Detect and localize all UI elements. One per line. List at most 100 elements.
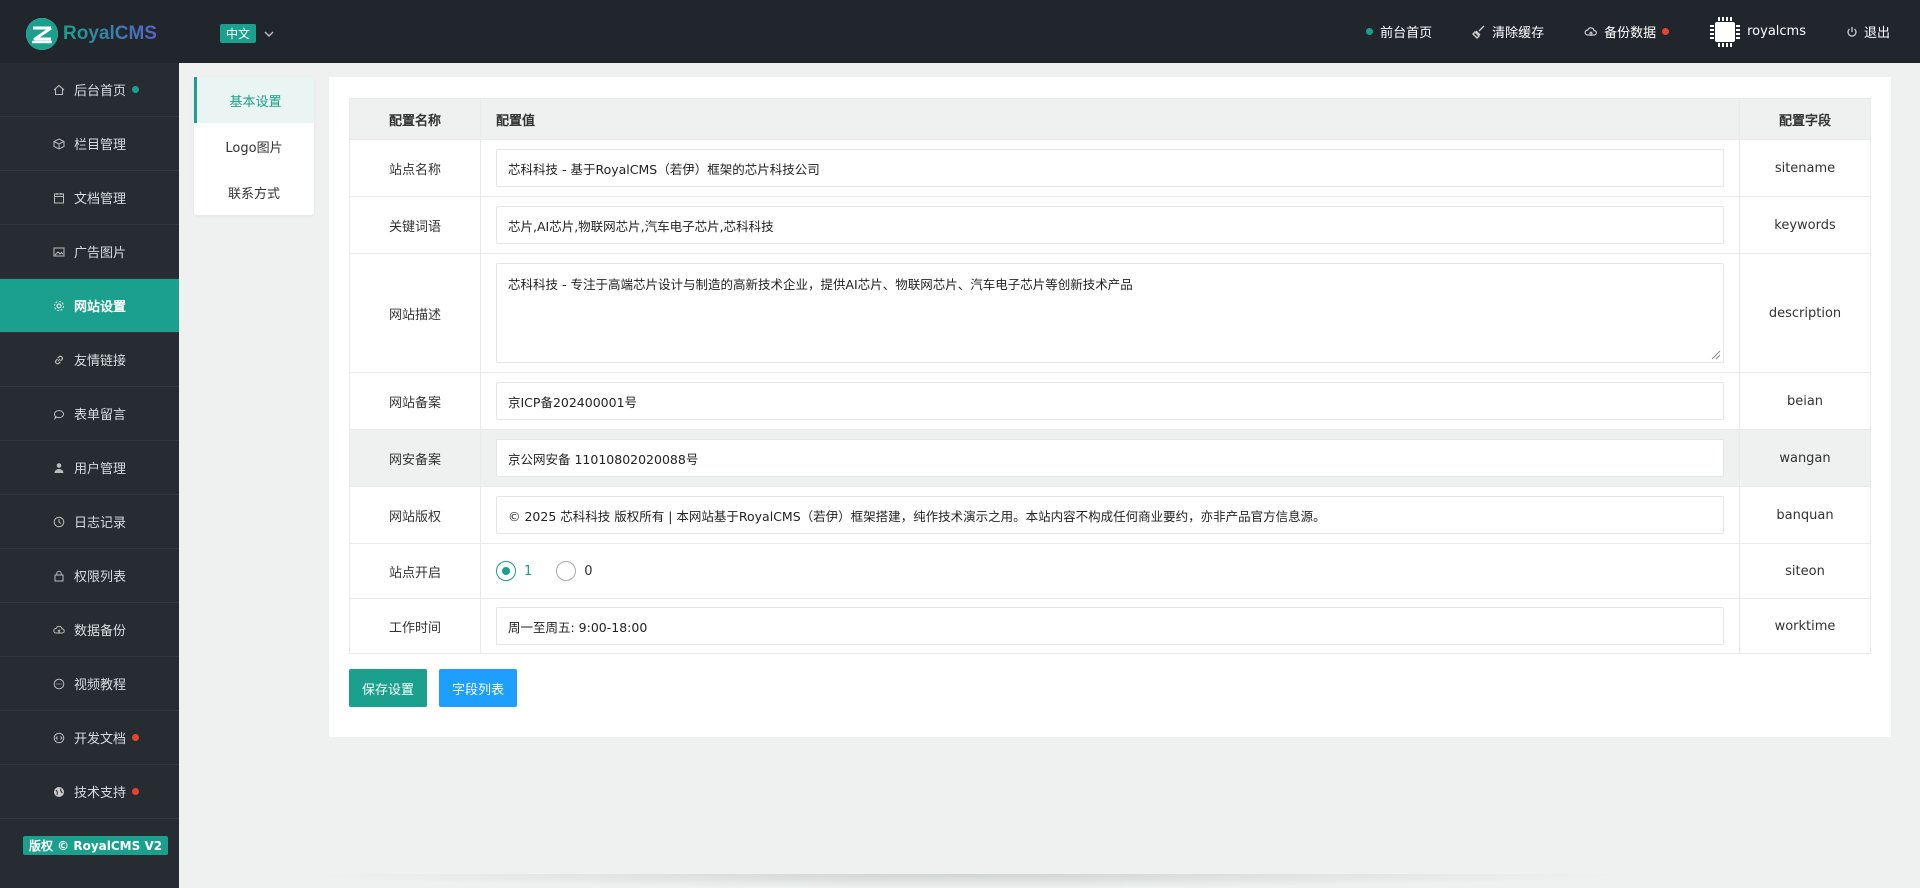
sidebar-item-dev-docs[interactable]: 开发文档 — [0, 711, 179, 765]
sidebar-item-dashboard[interactable]: 后台首页 — [0, 63, 179, 117]
sidebar-item-columns[interactable]: 栏目管理 — [0, 117, 179, 171]
radio-unchecked-icon — [556, 561, 577, 581]
siteon-radio-1[interactable]: 1 — [496, 561, 532, 581]
row-name: 站点名称 — [349, 139, 481, 197]
settings-table: 配置名称 配置值 配置字段 站点名称 芯科科技 - 基于RoyalCMS（若伊）… — [349, 98, 1871, 654]
siteon-radio-group: 1 0 — [496, 561, 1724, 581]
row-field: siteon — [1739, 543, 1871, 599]
sidebar-item-label: 开发文档 — [74, 732, 127, 747]
banquan-input[interactable]: © 2025 芯科科技 版权所有 | 本网站基于RoyalCMS（若伊）框架搭建… — [496, 496, 1724, 534]
nav-clear-cache[interactable]: 清除缓存 — [1472, 22, 1544, 41]
sidebar-item-label: 视频教程 — [74, 678, 127, 693]
sidebar-item-video-tutorials[interactable]: 视频教程 — [0, 657, 179, 711]
notification-dot-icon — [132, 734, 140, 741]
cloud-icon — [1584, 26, 1598, 36]
siteon-radio-0[interactable]: 0 — [556, 561, 593, 581]
row-name: 网站描述 — [349, 253, 481, 373]
sidebar-item-label: 栏目管理 — [74, 138, 127, 153]
description-text: 芯科科技 - 专注于高端芯片设计与制造的高新技术企业，提供AI芯片、物联网芯片、… — [508, 277, 1133, 292]
radio-label: 0 — [584, 563, 593, 579]
table-row: 网站版权 © 2025 芯科科技 版权所有 | 本网站基于RoyalCMS（若伊… — [349, 486, 1871, 544]
table-row: 网站描述 芯科科技 - 专注于高端芯片设计与制造的高新技术企业，提供AI芯片、物… — [349, 253, 1871, 373]
sidebar-item-label: 权限列表 — [74, 570, 127, 585]
app-name: RoyalCMS — [63, 23, 157, 44]
sidebar-item-label: 表单留言 — [74, 408, 127, 423]
sidebar-item-users[interactable]: 用户管理 — [0, 441, 179, 495]
radio-checked-icon — [496, 561, 516, 581]
sidebar-item-label: 后台首页 — [74, 84, 127, 99]
bottom-shadow — [300, 874, 1630, 888]
description-textarea[interactable]: 芯科科技 - 专注于高端芯片设计与制造的高新技术企业，提供AI芯片、物联网芯片、… — [496, 263, 1724, 363]
chip-avatar-icon — [1710, 16, 1741, 47]
user-menu[interactable]: royalcms — [1709, 16, 1806, 48]
calendar-icon — [54, 192, 64, 203]
sidebar-item-support[interactable]: 技术支持 — [0, 765, 179, 819]
sidebar-item-friend-links[interactable]: 友情链接 — [0, 333, 179, 387]
table-row: 站点名称 芯科科技 - 基于RoyalCMS（若伊）框架的芯片科技公司 site… — [349, 139, 1871, 197]
sidebar-item-form-messages[interactable]: 表单留言 — [0, 387, 179, 441]
copyright-badge: 版权 © RoyalCMS V2 — [23, 836, 169, 855]
nav-frontend-home[interactable]: 前台首页 — [1366, 22, 1432, 41]
clock-icon — [53, 516, 65, 527]
tab-basic-settings[interactable]: 基本设置 — [194, 77, 314, 123]
row-name: 网站版权 — [349, 486, 481, 544]
row-field: sitename — [1739, 139, 1871, 197]
brand-logo[interactable]: RoyalCMS — [26, 18, 157, 50]
tab-contact[interactable]: 联系方式 — [194, 169, 314, 215]
sidebar-item-label: 友情链接 — [74, 354, 127, 369]
language-switcher[interactable]: 中文 — [220, 24, 274, 43]
sidebar-item-ad-images[interactable]: 广告图片 — [0, 225, 179, 279]
power-icon — [1847, 26, 1857, 37]
sidebar-item-logs[interactable]: 日志记录 — [0, 495, 179, 549]
nav-backup-data-label: 备份数据 — [1604, 26, 1657, 41]
row-field: banquan — [1739, 486, 1871, 544]
sidebar-item-backup[interactable]: 数据备份 — [0, 603, 179, 657]
language-label: 中文 — [220, 24, 257, 43]
broom-icon — [1472, 25, 1485, 39]
code-icon — [53, 732, 65, 743]
action-buttons: 保存设置 字段列表 — [349, 669, 529, 707]
home-icon — [53, 84, 65, 95]
beian-input[interactable]: 京ICP备202400001号 — [496, 382, 1724, 420]
sitename-input[interactable]: 芯科科技 - 基于RoyalCMS（若伊）框架的芯片科技公司 — [496, 149, 1724, 187]
keywords-input[interactable]: 芯片,AI芯片,物联网芯片,汽车电子芯片,芯科科技 — [496, 206, 1724, 244]
sidebar: 后台首页 栏目管理 文档管理 广告图片 网站设置 友情链接 表单留言 用户管理 … — [0, 63, 179, 888]
chat-icon — [54, 409, 64, 420]
wangan-input[interactable]: 京公网安备 11010802020088号 — [496, 439, 1724, 477]
save-settings-button[interactable]: 保存设置 — [349, 669, 428, 707]
resize-handle-icon[interactable] — [1709, 348, 1721, 360]
table-row: 工作时间 周一至周五: 9:00-18:00 worktime — [349, 598, 1871, 654]
status-dot-icon — [132, 86, 140, 93]
row-field: wangan — [1739, 429, 1871, 487]
user-icon — [54, 462, 64, 473]
nav-logout[interactable]: 退出 — [1846, 22, 1890, 41]
sidebar-item-label: 网站设置 — [74, 300, 127, 315]
link-icon — [55, 355, 63, 364]
row-name: 站点开启 — [349, 543, 481, 599]
field-list-button[interactable]: 字段列表 — [439, 669, 518, 707]
sidebar-item-site-settings[interactable]: 网站设置 — [0, 279, 179, 333]
nav-logout-label: 退出 — [1863, 26, 1890, 41]
settings-submenu: 基本设置 Logo图片 联系方式 — [194, 77, 314, 215]
header-config-field: 配置字段 — [1739, 98, 1871, 140]
sidebar-item-permissions[interactable]: 权限列表 — [0, 549, 179, 603]
lock-icon — [54, 570, 64, 581]
logo-mark-icon — [26, 18, 58, 50]
sidebar-item-documents[interactable]: 文档管理 — [0, 171, 179, 225]
header-nav: 前台首页 清除缓存 备份数据 royalcms 退出 — [1366, 0, 1920, 63]
row-name: 关键词语 — [349, 196, 481, 254]
username-label: royalcms — [1747, 24, 1806, 39]
cloud-upload-icon — [53, 625, 65, 633]
nav-backup-data[interactable]: 备份数据 — [1584, 22, 1670, 41]
sidebar-item-label: 数据备份 — [74, 624, 127, 639]
settings-panel: 配置名称 配置值 配置字段 站点名称 芯科科技 - 基于RoyalCMS（若伊）… — [329, 77, 1891, 737]
worktime-input[interactable]: 周一至周五: 9:00-18:00 — [496, 607, 1724, 645]
table-row: 网安备案 京公网安备 11010802020088号 wangan — [349, 429, 1871, 487]
row-field: worktime — [1739, 598, 1871, 654]
header-config-value: 配置值 — [480, 98, 1740, 140]
cube-icon — [53, 137, 65, 150]
table-header-row: 配置名称 配置值 配置字段 — [349, 98, 1871, 140]
row-name: 网站备案 — [349, 372, 481, 430]
tab-logo-images[interactable]: Logo图片 — [194, 123, 314, 169]
top-header: RoyalCMS 中文 前台首页 清除缓存 备份数据 royalcms 退出 — [0, 0, 1920, 63]
